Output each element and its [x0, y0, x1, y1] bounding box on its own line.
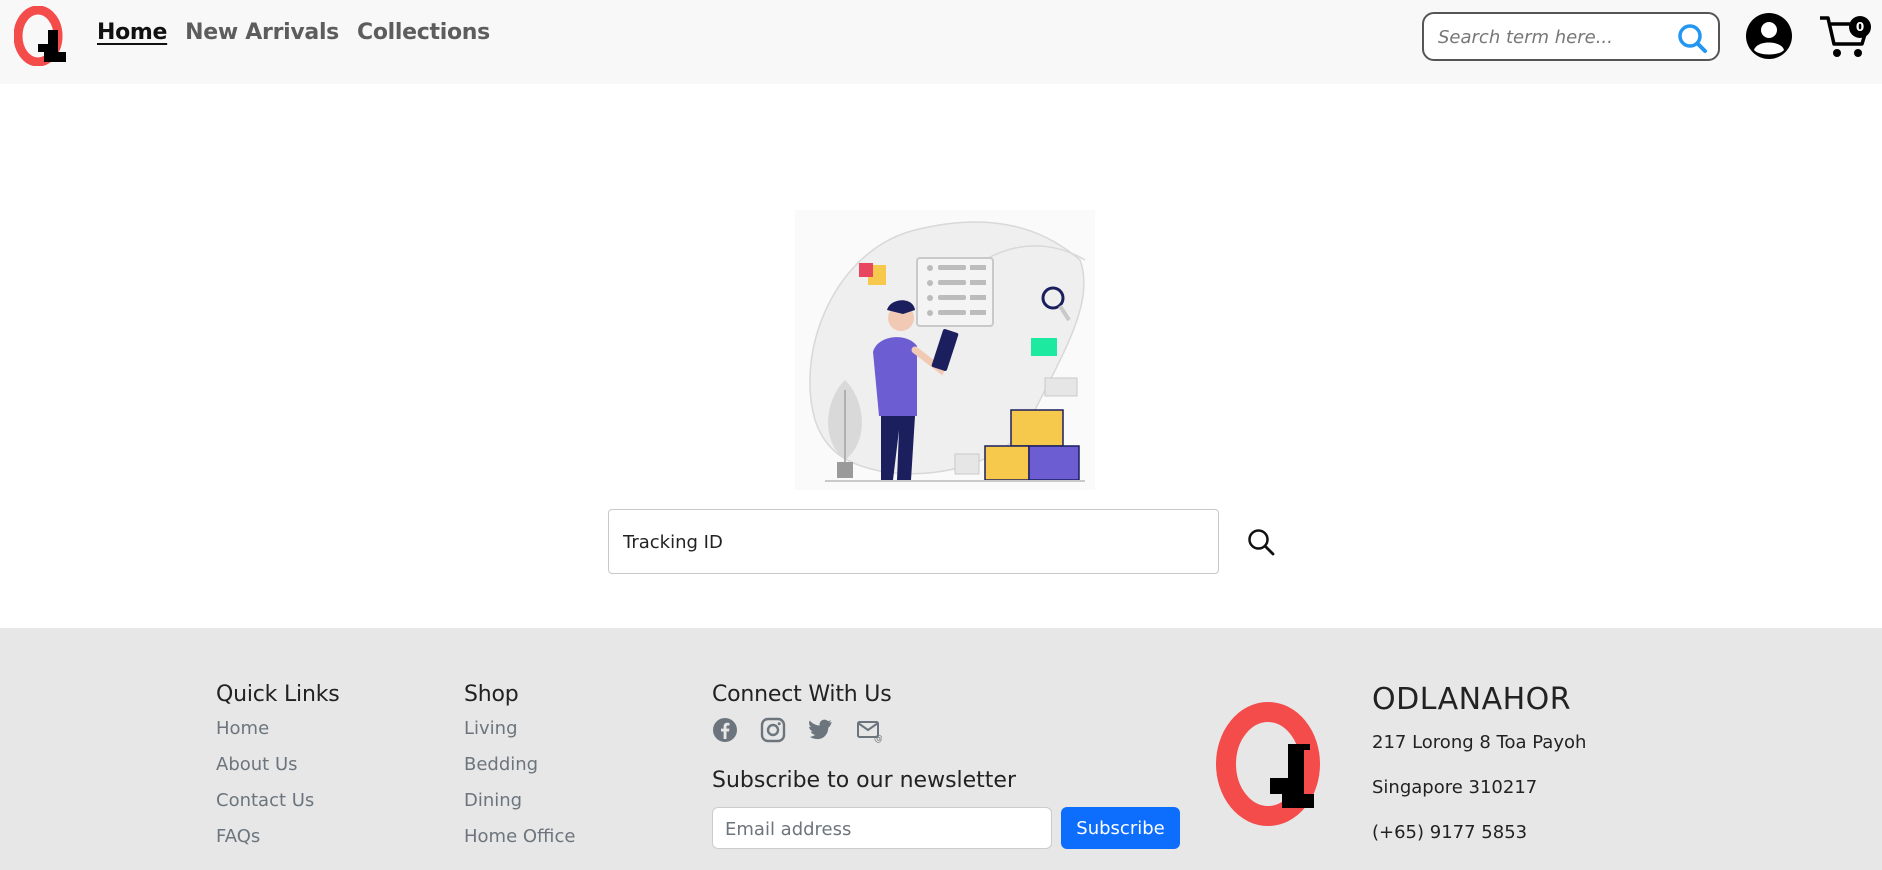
- nav-new-arrivals[interactable]: New Arrivals: [185, 20, 339, 45]
- user-account-icon[interactable]: [1745, 12, 1793, 60]
- connect-title: Connect With Us: [712, 682, 892, 707]
- footer-link-living[interactable]: Living: [464, 717, 575, 753]
- nav-home[interactable]: Home: [97, 20, 167, 45]
- quick-links-column: Quick Links Home About Us Contact Us FAQ…: [216, 682, 340, 861]
- footer-link-faqs[interactable]: FAQs: [216, 825, 340, 861]
- footer-link-bedding[interactable]: Bedding: [464, 753, 575, 789]
- tracking-search-icon[interactable]: [1246, 527, 1276, 557]
- nav-collections[interactable]: Collections: [357, 20, 490, 45]
- email-input[interactable]: [725, 817, 1035, 841]
- footer-link-dining[interactable]: Dining: [464, 789, 575, 825]
- footer-link-home[interactable]: Home: [216, 717, 340, 753]
- company-logo: [1216, 702, 1320, 826]
- search-icon[interactable]: [1676, 22, 1708, 54]
- company-address-line1: 217 Lorong 8 Toa Payoh: [1372, 732, 1587, 753]
- instagram-icon[interactable]: [760, 717, 786, 743]
- twitter-icon[interactable]: [808, 717, 834, 743]
- facebook-icon[interactable]: [712, 717, 738, 743]
- newsletter-title: Subscribe to our newsletter: [712, 768, 1017, 793]
- cart-count-badge: 0: [1849, 16, 1871, 38]
- search-input[interactable]: [1438, 23, 1658, 51]
- footer-link-contact-us[interactable]: Contact Us: [216, 789, 340, 825]
- main-nav: Home New Arrivals Collections: [97, 20, 490, 45]
- order-tracking-illustration: [795, 210, 1095, 490]
- shop-title: Shop: [464, 682, 519, 707]
- quick-links-title: Quick Links: [216, 682, 340, 707]
- newsletter-email-field: [712, 807, 1052, 849]
- header-search: [1422, 12, 1720, 61]
- site-header: Home New Arrivals Collections 0: [0, 0, 1882, 84]
- site-footer: Quick Links Home About Us Contact Us FAQ…: [0, 628, 1882, 870]
- footer-link-home-office[interactable]: Home Office: [464, 825, 575, 861]
- email-icon[interactable]: @: [856, 717, 882, 743]
- company-address-line2: Singapore 310217: [1372, 777, 1538, 798]
- company-name: ODLANAHOR: [1372, 682, 1572, 717]
- tracking-id-field: [608, 509, 1219, 574]
- svg-text:@: @: [874, 734, 882, 743]
- connect-column: Connect With Us @: [712, 682, 892, 743]
- footer-link-about-us[interactable]: About Us: [216, 753, 340, 789]
- company-phone: (+65) 9177 5853: [1372, 822, 1528, 843]
- tracking-id-input[interactable]: [623, 528, 1193, 556]
- social-links: @: [712, 717, 891, 743]
- subscribe-button[interactable]: Subscribe: [1061, 807, 1180, 849]
- shop-column: Shop Living Bedding Dining Home Office: [464, 682, 575, 861]
- brand-logo[interactable]: [14, 6, 72, 66]
